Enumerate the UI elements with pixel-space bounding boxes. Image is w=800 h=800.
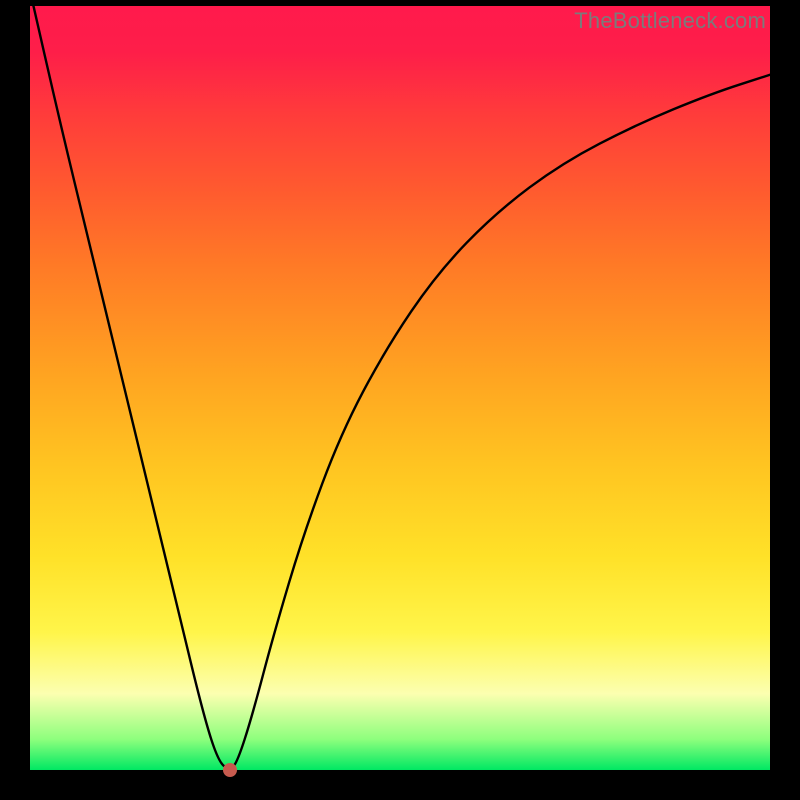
minimum-marker [223,763,237,777]
bottleneck-curve [30,6,770,768]
curve-svg [30,6,770,770]
chart-frame: TheBottleneck.com [0,0,800,800]
plot-area [30,6,770,770]
